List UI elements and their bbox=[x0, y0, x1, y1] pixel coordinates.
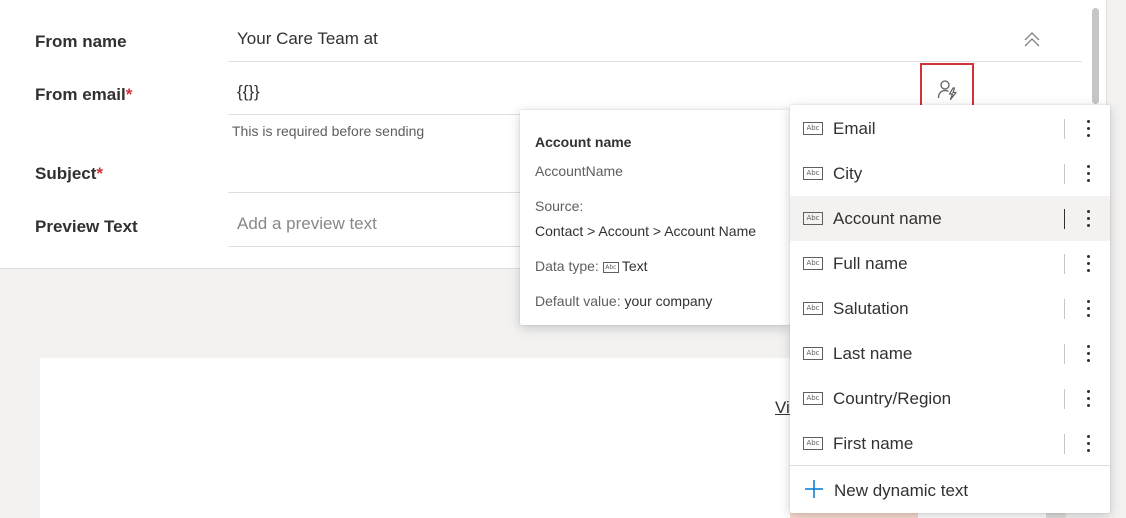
more-vertical-icon[interactable] bbox=[1082, 161, 1096, 185]
abc-text-icon: Abc bbox=[803, 392, 823, 405]
new-dynamic-text-label: New dynamic text bbox=[834, 481, 969, 500]
abc-text-icon: Abc bbox=[803, 167, 823, 180]
field-details-tooltip: Account name AccountName Source: Contact… bbox=[520, 110, 790, 325]
vertical-scrollbar[interactable] bbox=[1092, 8, 1099, 104]
more-vertical-icon[interactable] bbox=[1082, 206, 1096, 230]
preview-text-label: Preview Text bbox=[35, 217, 138, 236]
abc-text-icon: Abc bbox=[803, 347, 823, 360]
item-divider bbox=[1064, 344, 1065, 364]
abc-text-icon: Abc bbox=[803, 122, 823, 135]
dropdown-item-label: Country/Region bbox=[833, 389, 952, 408]
more-vertical-icon[interactable] bbox=[1082, 251, 1096, 275]
tooltip-default-value-label: Default value: bbox=[535, 293, 621, 309]
from-name-label: From name bbox=[35, 32, 127, 51]
dropdown-item-label: Email bbox=[833, 119, 876, 138]
item-divider bbox=[1064, 254, 1065, 274]
abc-text-icon: Abc bbox=[803, 257, 823, 270]
dropdown-item-label: First name bbox=[833, 434, 914, 453]
dropdown-item-city[interactable]: Abc City bbox=[790, 151, 1110, 196]
dropdown-item-full-name[interactable]: Abc Full name bbox=[790, 241, 1110, 286]
tooltip-title: Account name bbox=[535, 134, 632, 150]
tooltip-source-path: Contact > Account > Account Name bbox=[535, 223, 757, 239]
plus-icon bbox=[805, 480, 823, 498]
dropdown-item-label: City bbox=[833, 164, 863, 183]
item-divider bbox=[1064, 209, 1065, 229]
tooltip-source-label: Source: bbox=[535, 198, 584, 214]
item-divider bbox=[1064, 119, 1065, 139]
preview-text-placeholder: Add a preview text bbox=[237, 214, 377, 233]
more-vertical-icon[interactable] bbox=[1082, 296, 1096, 320]
dropdown-item-email[interactable]: Abc Email bbox=[790, 106, 1110, 151]
abc-text-icon: Abc bbox=[803, 437, 823, 450]
abc-text-icon: Abc bbox=[803, 212, 823, 225]
dropdown-item-label: Salutation bbox=[833, 299, 909, 318]
dropdown-item-label: Last name bbox=[833, 344, 913, 363]
abc-text-icon: Abc bbox=[803, 302, 823, 315]
tooltip-default-value-value: your company bbox=[624, 293, 713, 309]
from-email-value: {{}} bbox=[237, 82, 260, 101]
dropdown-item-label: Account name bbox=[833, 209, 942, 228]
more-vertical-icon[interactable] bbox=[1082, 341, 1096, 365]
more-vertical-icon[interactable] bbox=[1082, 386, 1096, 410]
dropdown-item-account-name[interactable]: Abc Account name bbox=[790, 196, 1110, 241]
tooltip-logical-name: AccountName bbox=[535, 163, 623, 179]
item-divider bbox=[1064, 299, 1065, 319]
dropdown-item-salutation[interactable]: Abc Salutation bbox=[790, 286, 1110, 331]
dropdown-item-last-name[interactable]: Abc Last name bbox=[790, 331, 1110, 376]
dropdown-item-label: Full name bbox=[833, 254, 908, 273]
new-dynamic-text-button[interactable]: New dynamic text bbox=[790, 465, 1110, 514]
from-email-helper: This is required before sending bbox=[232, 123, 425, 139]
view-in-browser-link[interactable]: Vi bbox=[775, 398, 790, 418]
from-name-field[interactable]: Your Care Team at bbox=[228, 17, 1082, 62]
item-divider bbox=[1064, 389, 1065, 409]
tooltip-data-type-value: Text bbox=[621, 258, 648, 274]
from-name-value: Your Care Team at bbox=[237, 29, 378, 48]
more-vertical-icon[interactable] bbox=[1082, 431, 1096, 455]
collapse-button[interactable] bbox=[1020, 28, 1044, 52]
dropdown-item-first-name[interactable]: Abc First name bbox=[790, 421, 1110, 466]
subject-label: Subject* bbox=[35, 164, 104, 183]
tooltip-default-value: Default value: your company bbox=[535, 293, 712, 309]
tooltip-data-type-label: Data type: bbox=[535, 258, 599, 274]
item-divider bbox=[1064, 164, 1065, 184]
more-vertical-icon[interactable] bbox=[1082, 116, 1096, 140]
from-email-label: From email* bbox=[35, 85, 133, 104]
double-chevron-up-icon bbox=[1024, 32, 1040, 47]
item-divider bbox=[1064, 434, 1065, 454]
tooltip-data-type: Data type: Abc Text bbox=[535, 258, 648, 274]
dropdown-item-country-region[interactable]: Abc Country/Region bbox=[790, 376, 1110, 421]
personalization-dropdown: Abc Email Abc City Abc Account name Abc … bbox=[790, 105, 1110, 513]
abc-text-icon: Abc bbox=[602, 262, 619, 273]
person-lightning-icon bbox=[937, 80, 957, 101]
